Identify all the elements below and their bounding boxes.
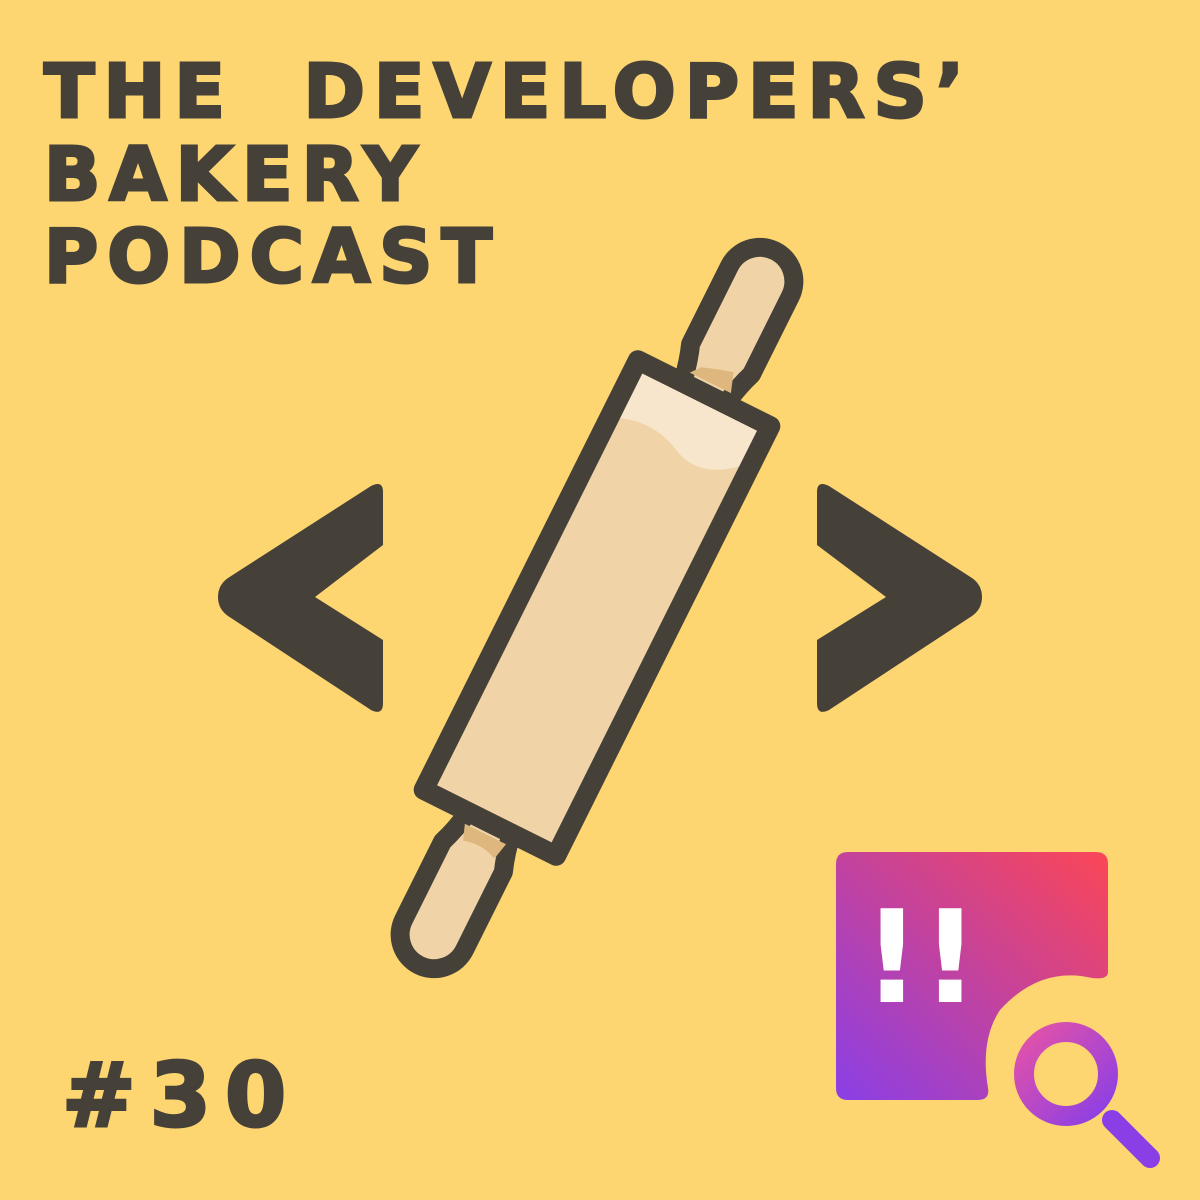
- rolling-pin-icon: [390, 237, 804, 979]
- episode-number: #30: [60, 1044, 301, 1147]
- code-bracket-left-icon: [218, 484, 383, 712]
- podcast-cover: THE DEVELOPERS’ BAKERY PODCAST !! #30: [0, 0, 1200, 1200]
- code-bracket-right-icon: [817, 484, 982, 712]
- search-icon: [1014, 1022, 1160, 1168]
- cover-artwork: !!: [218, 237, 1160, 1168]
- badge-icon: !!: [836, 852, 1108, 1100]
- badge-text: !!: [863, 884, 980, 1033]
